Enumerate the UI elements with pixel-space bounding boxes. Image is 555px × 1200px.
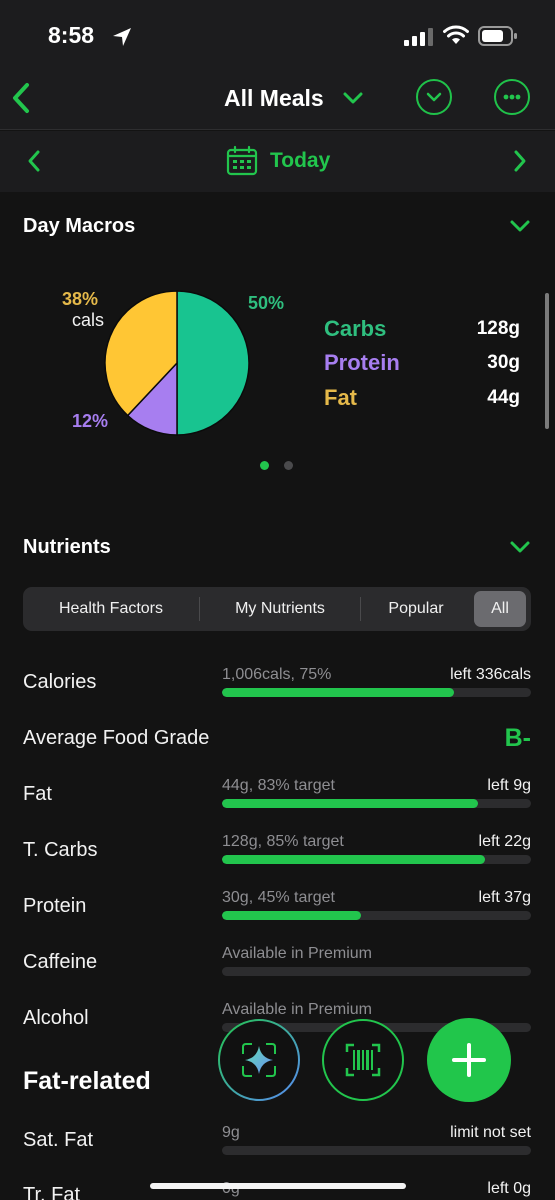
page-dot-active[interactable] (260, 461, 269, 470)
nutrient-amount-fat: 44g, 83% target (222, 777, 335, 794)
legend-protein-name: Protein (324, 350, 400, 375)
nutrient-remaining-carbs: left 22g (478, 833, 531, 850)
premium-note-caffeine[interactable]: Available in Premium (222, 945, 372, 963)
legend-fat-value: 44g (487, 387, 520, 408)
legend-protein-value: 30g (487, 352, 520, 373)
fat-cals-label: cals (72, 310, 105, 330)
nutrient-label-protein[interactable]: Protein (23, 895, 86, 918)
legend-fat-name: Fat (324, 385, 357, 410)
battery-icon (478, 26, 517, 46)
premium-note-alcohol[interactable]: Available in Premium (222, 1001, 372, 1019)
nutrients-collapse-icon[interactable] (509, 540, 531, 554)
back-chevron-icon[interactable] (10, 82, 32, 114)
nutrient-label-carbs[interactable]: T. Carbs (23, 839, 97, 862)
nutrient-amount-sat-fat: 9g (222, 1124, 240, 1141)
legend-carbs-value: 128g (476, 318, 520, 339)
day-macros-collapse-icon[interactable] (509, 219, 531, 233)
wifi-icon (443, 25, 469, 44)
page-dot[interactable] (284, 461, 293, 470)
macro-pie-chart (104, 290, 250, 436)
progress-track-protein (222, 911, 531, 920)
chevron-down-icon[interactable] (343, 91, 363, 105)
pie-slice-carbs (176, 290, 250, 436)
nutrient-label-alcohol[interactable]: Alcohol (23, 1007, 89, 1030)
add-food-button[interactable] (427, 1018, 511, 1102)
nutrients-title: Nutrients (23, 536, 111, 558)
nutrient-label-sat-fat[interactable]: Sat. Fat (23, 1129, 93, 1152)
progress-track-sat-fat (222, 1146, 531, 1155)
progress-fill-calories (222, 688, 454, 697)
barcode-icon (322, 1019, 404, 1101)
legend-carbs-name: Carbs (324, 316, 387, 341)
status-bar: 8:58 (0, 0, 555, 66)
page-title[interactable]: All Meals (224, 85, 324, 112)
progress-track-fat (222, 799, 531, 808)
sparkle-icon (218, 1019, 300, 1101)
nutrient-label-trans-fat[interactable]: Tr. Fat (23, 1184, 80, 1200)
nutrient-remaining-sat-fat: limit not set (450, 1124, 531, 1141)
nutrient-label-caffeine[interactable]: Caffeine (23, 951, 97, 974)
progress-fill-protein (222, 911, 362, 920)
cellular-signal-icon (404, 28, 433, 46)
more-dots-icon (503, 94, 521, 100)
protein-percent-label: 12% (72, 411, 109, 431)
location-arrow-icon (113, 28, 131, 46)
nutrient-label-fat[interactable]: Fat (23, 783, 52, 806)
nutrient-filter-tabs: Health Factors My Nutrients Popular All (23, 587, 531, 631)
nutrient-label-calories[interactable]: Calories (23, 671, 96, 694)
nutrient-amount-calories: 1,006cals, 75% (222, 666, 332, 683)
progress-track-calories (222, 688, 531, 697)
plus-icon (452, 1043, 486, 1077)
next-day-icon[interactable] (512, 149, 528, 173)
tab-all[interactable]: All (474, 587, 526, 631)
carbs-percent-label: 50% (248, 293, 285, 313)
ai-log-button[interactable] (217, 1018, 301, 1102)
progress-track-caffeine (222, 967, 531, 976)
date-label[interactable]: Today (270, 149, 330, 173)
home-indicator[interactable] (150, 1183, 406, 1189)
progress-fill-fat (222, 799, 479, 808)
tab-health-factors[interactable]: Health Factors (23, 587, 199, 631)
status-time: 8:58 (48, 22, 95, 48)
fat-related-heading: Fat-related (23, 1067, 151, 1095)
nutrient-remaining-trans-fat: left 0g (487, 1180, 531, 1197)
nav-bar: All Meals (0, 66, 555, 130)
more-options-button[interactable] (494, 79, 530, 115)
progress-fill-carbs (222, 855, 485, 864)
scrollbar[interactable] (545, 293, 549, 429)
previous-day-icon[interactable] (26, 149, 42, 173)
tab-my-nutrients[interactable]: My Nutrients (200, 587, 360, 631)
dropdown-button[interactable] (416, 79, 452, 115)
date-selector: Today (0, 131, 555, 192)
nutrient-amount-carbs: 128g, 85% target (222, 833, 344, 850)
tab-popular[interactable]: Popular (361, 587, 471, 631)
nutrient-amount-protein: 30g, 45% target (222, 889, 335, 906)
nutrient-remaining-protein: left 37g (478, 889, 531, 906)
nutrient-remaining-calories: left 336cals (450, 666, 531, 683)
day-macros-title: Day Macros (23, 215, 136, 237)
calendar-icon[interactable] (226, 145, 258, 177)
fat-percent-label: 38% (62, 289, 99, 309)
nutrient-label-food-grade[interactable]: Average Food Grade (23, 727, 209, 750)
nutrient-remaining-fat: left 9g (487, 777, 531, 794)
barcode-scan-button[interactable] (321, 1018, 405, 1102)
food-grade-value: B- (504, 724, 531, 752)
chevron-down-circle-icon (426, 92, 442, 102)
progress-track-carbs (222, 855, 531, 864)
